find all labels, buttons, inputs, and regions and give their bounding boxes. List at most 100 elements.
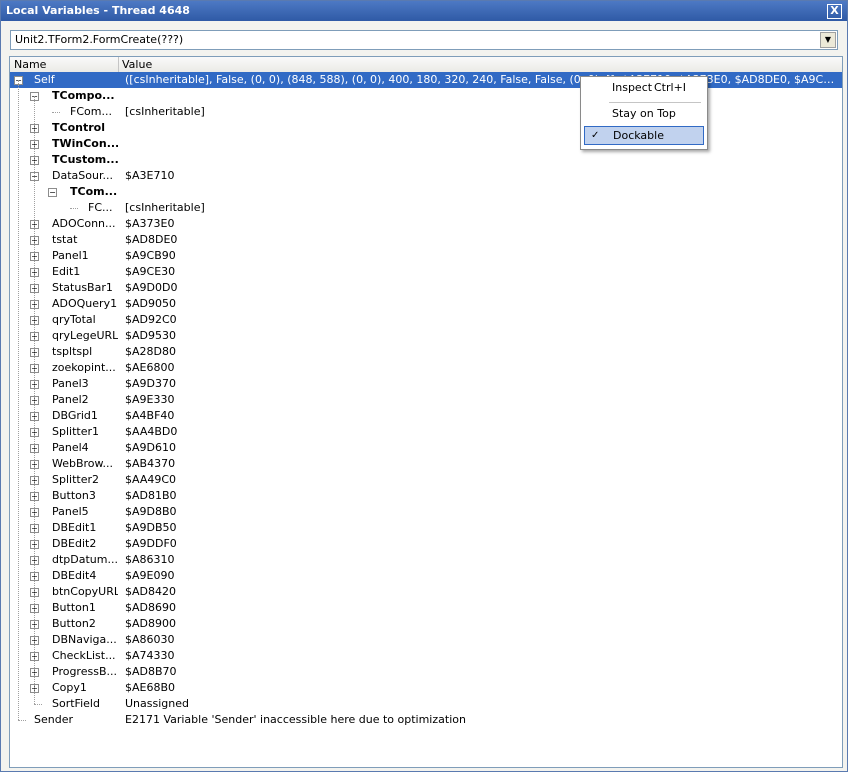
chevron-down-icon[interactable]: ▼ [820,32,836,48]
variable-name: Button2 [52,617,96,630]
variable-name: DataSour... [52,169,113,182]
table-row[interactable]: + dtpDatum... $A86310 [10,552,842,568]
variable-name: ADOQuery1 [52,297,118,310]
variable-name: dtpDatum... [52,553,118,566]
table-row[interactable]: − Self ([csInheritable], False, (0, 0), (8… [10,72,842,88]
table-row[interactable]: + WebBrow... $AB4370 [10,456,842,472]
table-row[interactable]: + Edit1 $A9CE30 [10,264,842,280]
table-row[interactable]: FCom... [csInheritable] [10,104,842,120]
table-row[interactable]: + Panel2 $A9E330 [10,392,842,408]
table-row[interactable]: + Copy1 $AE68B0 [10,680,842,696]
tree-guide-line [18,80,19,720]
variable-name: Copy1 [52,681,87,694]
table-row[interactable]: FC... [csInheritable] [10,200,842,216]
table-row[interactable]: + Button1 $AD8690 [10,600,842,616]
table-row[interactable]: + qryLegeURL $AD9530 [10,328,842,344]
variable-value: $A9CB90 [125,249,176,262]
variable-name: Self [34,73,55,86]
column-name[interactable]: Name [14,58,46,71]
menu-item-label: Dockable [613,129,664,142]
variable-value: $A9E090 [125,569,175,582]
table-row[interactable]: − TCompo... [10,88,842,104]
variable-name: DBEdit2 [52,537,97,550]
table-row[interactable]: + tspltspl $A28D80 [10,344,842,360]
title-bar[interactable]: Local Variables - Thread 4648 X [1,1,847,21]
stack-frame-combo[interactable]: Unit2.TForm2.FormCreate(???) ▼ [10,30,838,50]
table-row[interactable]: + qryTotal $AD92C0 [10,312,842,328]
tree-connector [34,704,42,705]
column-value[interactable]: Value [122,58,152,71]
variable-name: TWinCon... [52,137,118,150]
menu-item-label: Stay on Top [612,107,676,120]
variable-name: Button1 [52,601,96,614]
variable-name: zoekopint... [52,361,116,374]
variable-name: Button3 [52,489,96,502]
table-row[interactable]: Sender E2171 Variable 'Sender' inaccessib… [10,712,842,728]
variable-value: $A9E330 [125,393,175,406]
collapse-icon[interactable]: − [48,188,57,197]
variable-value: $AE6800 [125,361,175,374]
menu-item-inspect[interactable]: Inspect Ctrl+I [584,79,704,97]
table-row[interactable]: + DBEdit4 $A9E090 [10,568,842,584]
variable-name: DBGrid1 [52,409,98,422]
tree-connector [70,208,78,209]
table-row[interactable]: + ADOQuery1 $AD9050 [10,296,842,312]
close-icon[interactable]: X [827,4,842,19]
table-row[interactable]: + DBNaviga... $A86030 [10,632,842,648]
variable-name: CheckList... [52,649,116,662]
variable-name: DBEdit4 [52,569,97,582]
table-row[interactable]: + Splitter2 $AA49C0 [10,472,842,488]
variable-value: E2171 Variable 'Sender' inaccessible her… [125,713,466,726]
table-row[interactable]: + DBEdit1 $A9DB50 [10,520,842,536]
table-row[interactable]: − DataSour... $A3E710 [10,168,842,184]
variable-value: $A9CE30 [125,265,176,278]
variable-value: $AE68B0 [125,681,176,694]
local-variables-window: Local Variables - Thread 4648 X Unit2.TF… [0,0,848,772]
variable-value: $A86310 [125,553,175,566]
variable-value: $AD8B70 [125,665,177,678]
table-row[interactable]: + ADOConn... $A373E0 [10,216,842,232]
variable-value: $A9D610 [125,441,176,454]
variable-value: $A4BF40 [125,409,175,422]
table-row[interactable]: + zoekopint... $AE6800 [10,360,842,376]
table-row[interactable]: + tstat $AD8DE0 [10,232,842,248]
table-row[interactable]: + ProgressB... $AD8B70 [10,664,842,680]
variable-name: tstat [52,233,78,246]
menu-separator [609,102,701,103]
variables-tree[interactable]: Name Value − Self ([csInheritable], False,… [9,56,843,768]
menu-item-dockable[interactable]: ✓ Dockable [584,126,704,145]
variable-value: $A9D370 [125,377,176,390]
table-row[interactable]: + Panel4 $A9D610 [10,440,842,456]
variable-value: $AD81B0 [125,489,177,502]
variable-name: DBNaviga... [52,633,117,646]
variable-value: $A9DB50 [125,521,177,534]
variable-value: $AD8900 [125,617,176,630]
variable-value: $AB4370 [125,457,176,470]
table-row[interactable]: + DBEdit2 $A9DDF0 [10,536,842,552]
variable-name: Edit1 [52,265,81,278]
table-row[interactable]: SortField Unassigned [10,696,842,712]
table-row[interactable]: + Panel1 $A9CB90 [10,248,842,264]
menu-item-stay-on-top[interactable]: Stay on Top [584,105,704,123]
table-row[interactable]: + Panel5 $A9D8B0 [10,504,842,520]
variable-name: TCustom... [52,153,118,166]
variable-name: ProgressB... [52,665,117,678]
table-row[interactable]: + Button3 $AD81B0 [10,488,842,504]
variable-name: TControl [52,121,105,134]
table-row[interactable]: + TWinCon... [10,136,842,152]
table-row[interactable]: + TControl [10,120,842,136]
table-row[interactable]: + StatusBar1 $A9D0D0 [10,280,842,296]
table-row[interactable]: − TCom... [10,184,842,200]
table-row[interactable]: + Button2 $AD8900 [10,616,842,632]
table-row[interactable]: + TCustom... [10,152,842,168]
variable-name: Panel5 [52,505,89,518]
table-row[interactable]: + CheckList... $A74330 [10,648,842,664]
table-row[interactable]: + btnCopyURL $AD8420 [10,584,842,600]
variable-name: qryTotal [52,313,96,326]
table-row[interactable]: + DBGrid1 $A4BF40 [10,408,842,424]
column-header: Name Value [10,57,842,73]
table-row[interactable]: + Splitter1 $AA4BD0 [10,424,842,440]
variable-value: $AD9050 [125,297,176,310]
table-row[interactable]: + Panel3 $A9D370 [10,376,842,392]
variable-name: Splitter1 [52,425,99,438]
